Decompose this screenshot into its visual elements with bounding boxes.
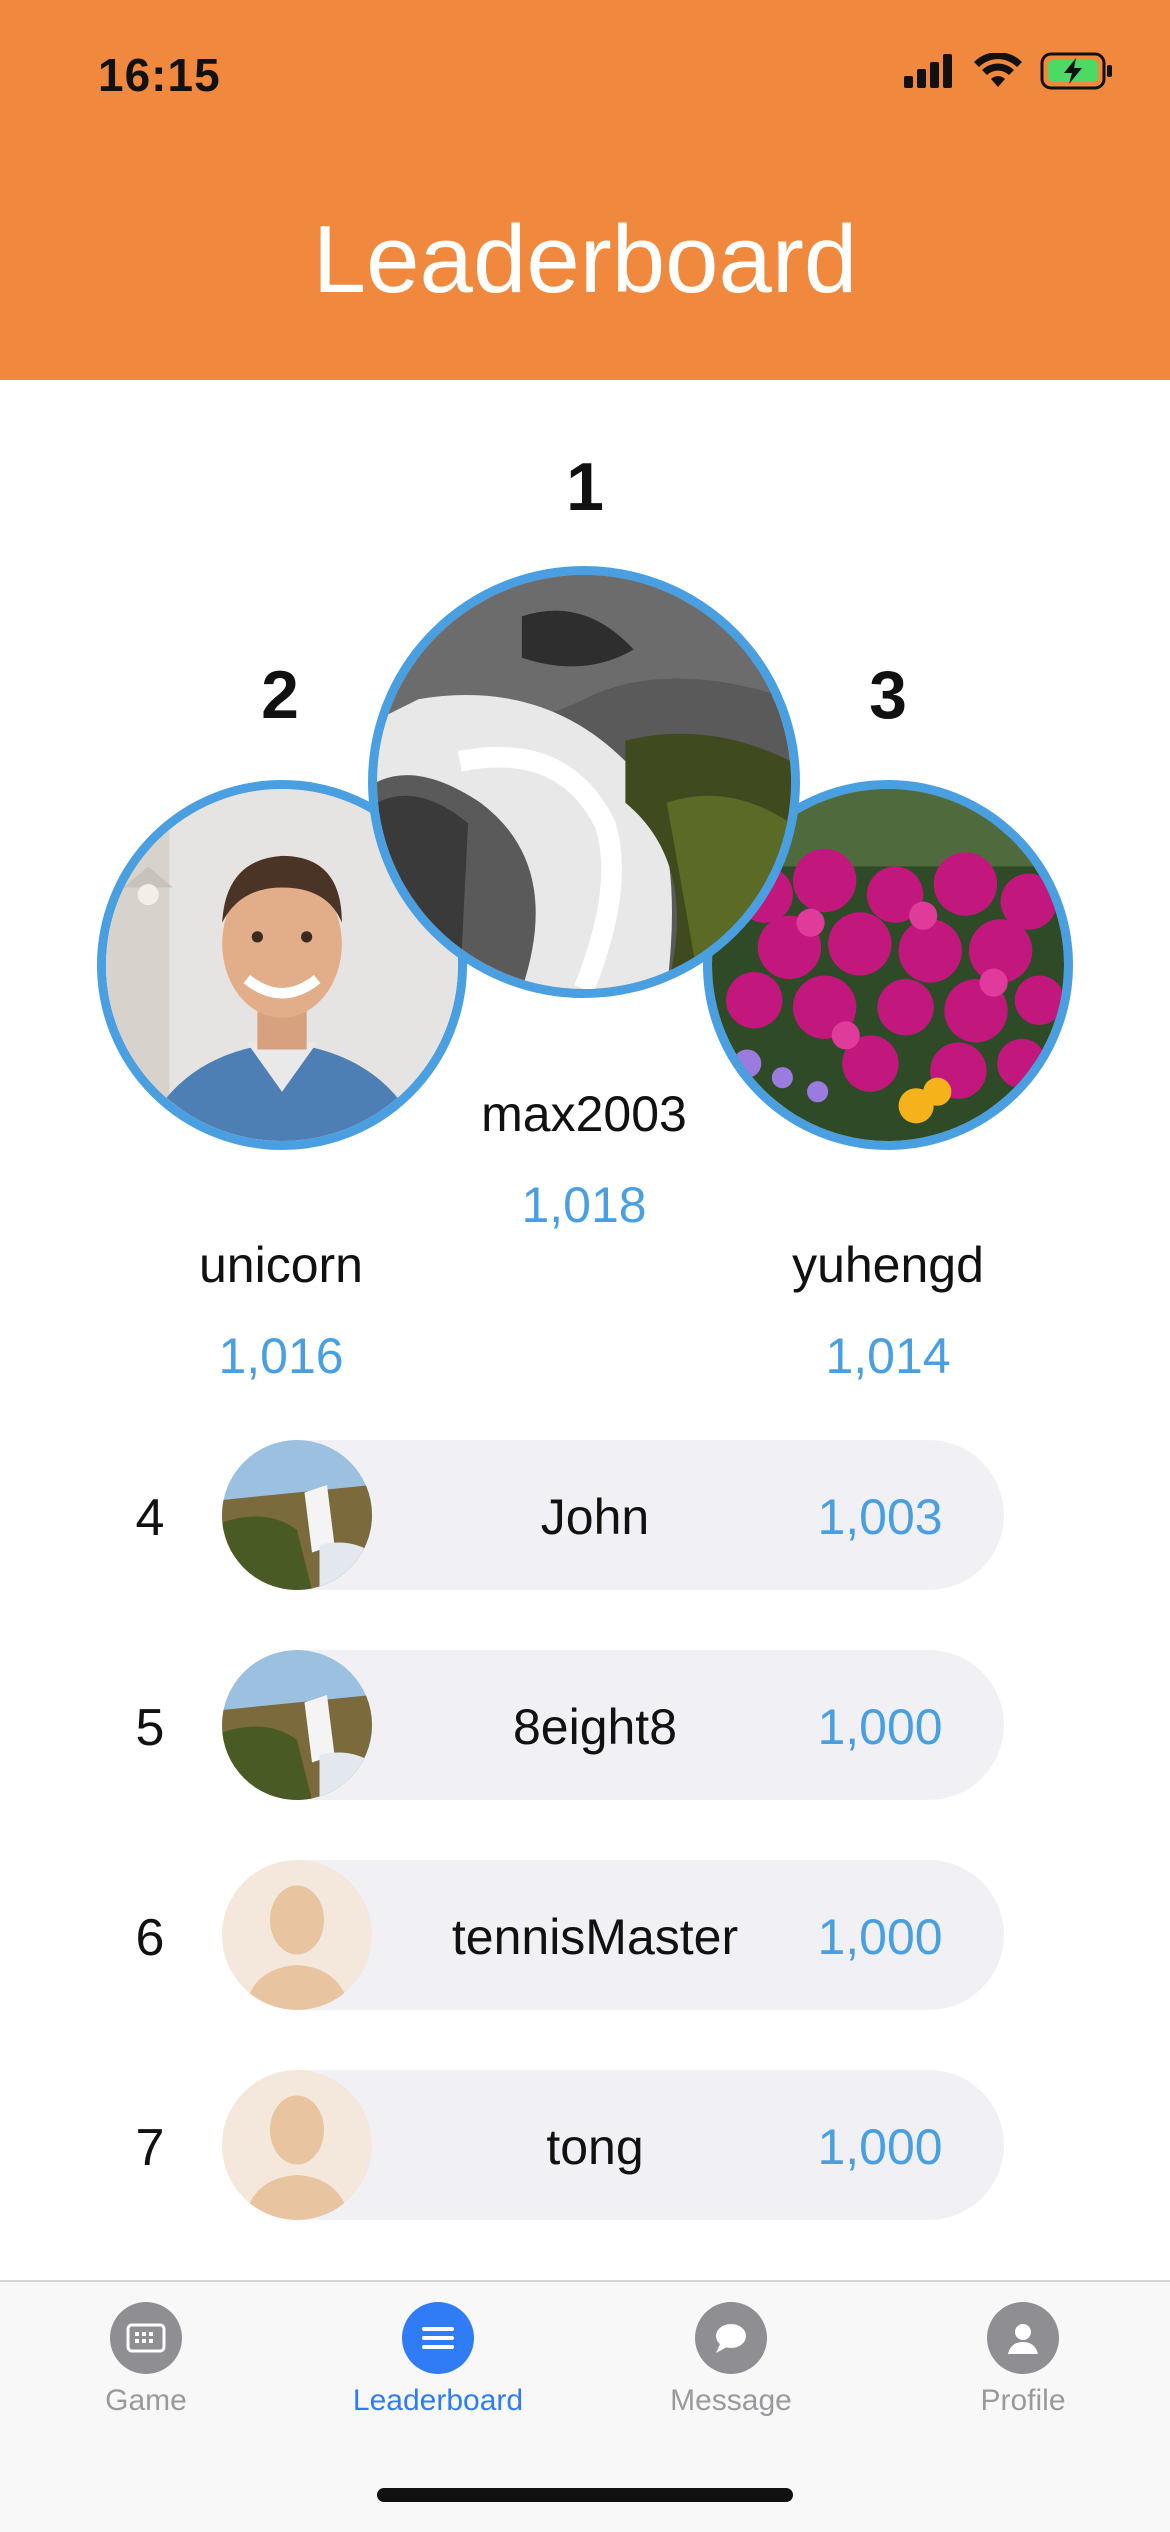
status-icons (904, 52, 1114, 90)
profile-icon (987, 2302, 1059, 2374)
tab-leaderboard[interactable]: Leaderboard (318, 2302, 558, 2418)
row-4-name: John (540, 1489, 650, 1545)
podium-third-name: yuhengd (792, 1237, 984, 1293)
tab-message[interactable]: Message (611, 2302, 851, 2418)
podium-first-score: 1,018 (521, 1177, 647, 1233)
tab-leaderboard-label: Leaderboard (352, 2384, 524, 2417)
row-7-rank: 7 (135, 2119, 165, 2177)
tab-game-label: Game (105, 2384, 187, 2417)
row-5-score: 1,000 (817, 1699, 943, 1755)
row-4-avatar[interactable] (222, 1440, 372, 1590)
tab-message-label: Message (670, 2384, 792, 2417)
waterfall-photo-icon (377, 575, 791, 989)
header: 16:15 Leaderboard (0, 0, 1170, 380)
podium-second-name: unicorn (199, 1237, 363, 1293)
row-4-rank: 4 (135, 1489, 165, 1547)
list-icon (402, 2302, 474, 2374)
rank-3-label: 3 (869, 657, 907, 733)
podium-first-name: max2003 (481, 1086, 687, 1142)
landscape-photo-icon (222, 1440, 372, 1590)
wifi-icon (974, 53, 1022, 87)
row-5-avatar[interactable] (222, 1650, 372, 1800)
row-7-score: 1,000 (817, 2119, 943, 2175)
row-7-avatar[interactable] (222, 2070, 372, 2220)
default-avatar-icon (222, 2070, 372, 2220)
row-7-name: tong (546, 2119, 644, 2175)
default-avatar-icon (222, 1860, 372, 2010)
home-indicator[interactable] (377, 2488, 793, 2502)
page-title: Leaderboard (312, 206, 858, 313)
tab-game[interactable]: Game (26, 2302, 266, 2418)
landscape-photo-icon (222, 1650, 372, 1800)
row-6-name: tennisMaster (451, 1909, 739, 1965)
row-5-name: 8eight8 (512, 1699, 678, 1755)
tab-profile-label: Profile (980, 2384, 1066, 2417)
avatar-first[interactable] (368, 566, 800, 998)
status-time: 16:15 (98, 49, 221, 101)
rank-1-label: 1 (566, 449, 604, 525)
rank-2-label: 2 (261, 657, 299, 733)
game-icon (110, 2302, 182, 2374)
signal-icon (904, 54, 952, 88)
battery-icon (1040, 52, 1112, 90)
row-4-score: 1,003 (817, 1489, 943, 1545)
row-6-rank: 6 (135, 1909, 165, 1967)
message-icon (695, 2302, 767, 2374)
row-5-rank: 5 (135, 1699, 165, 1757)
row-6-score: 1,000 (817, 1909, 943, 1965)
row-6-avatar[interactable] (222, 1860, 372, 2010)
podium-third-score: 1,014 (825, 1328, 951, 1384)
tab-profile[interactable]: Profile (903, 2302, 1143, 2418)
podium-second-score: 1,016 (218, 1328, 344, 1384)
